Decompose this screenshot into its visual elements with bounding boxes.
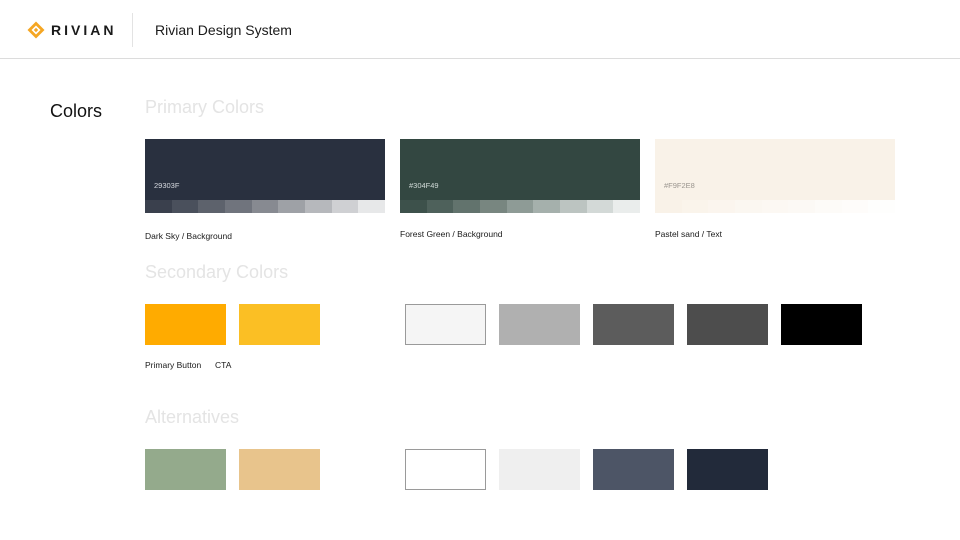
tint-swatch bbox=[560, 200, 587, 213]
tint-swatch bbox=[788, 200, 816, 213]
primary-caption-forest-green: Forest Green / Background bbox=[400, 229, 503, 239]
tint-swatch bbox=[868, 200, 896, 213]
tint-swatch bbox=[278, 200, 306, 213]
secondary-neutral-swatch[interactable] bbox=[499, 304, 580, 345]
tint-swatch bbox=[453, 200, 481, 213]
tint-swatch bbox=[655, 200, 682, 213]
primary-swatch-dark-sky[interactable]: 29303F bbox=[145, 139, 386, 213]
tint-swatch bbox=[841, 200, 869, 213]
tint-swatch bbox=[506, 200, 534, 213]
secondary-accent-swatch[interactable] bbox=[239, 304, 320, 345]
tint-strip bbox=[400, 200, 641, 213]
tint-swatch bbox=[681, 200, 709, 213]
secondary-neutral-swatch[interactable] bbox=[781, 304, 862, 345]
primary-swatch-main bbox=[145, 139, 385, 200]
secondary-neutral-swatch[interactable] bbox=[405, 304, 486, 345]
primary-button-caption: Primary Button bbox=[145, 360, 202, 370]
tint-swatch bbox=[761, 200, 789, 213]
alternative-neutral-swatch[interactable] bbox=[499, 449, 580, 490]
primary-swatch-pastel-sand[interactable]: #F9F2E8 bbox=[655, 139, 896, 213]
cta-caption: CTA bbox=[215, 360, 232, 370]
alternative-accent-swatch[interactable] bbox=[145, 449, 226, 490]
tint-swatch bbox=[735, 200, 762, 213]
tint-swatch bbox=[358, 200, 386, 213]
alternative-neutral-swatch[interactable] bbox=[405, 449, 486, 490]
alternative-accent-swatch[interactable] bbox=[239, 449, 320, 490]
secondary-neutral-swatch[interactable] bbox=[687, 304, 768, 345]
hex-label: 29303F bbox=[154, 181, 180, 190]
alternative-neutral-swatch[interactable] bbox=[687, 449, 768, 490]
secondary-neutral-swatch[interactable] bbox=[593, 304, 674, 345]
tint-swatch bbox=[400, 200, 427, 213]
tint-swatch bbox=[331, 200, 359, 213]
primary-swatch-main bbox=[655, 139, 895, 200]
tint-strip bbox=[145, 200, 386, 213]
tint-swatch bbox=[586, 200, 614, 213]
tint-swatch bbox=[533, 200, 561, 213]
tint-swatch bbox=[251, 200, 279, 213]
secondary-accent-swatch[interactable] bbox=[145, 304, 226, 345]
tint-swatch bbox=[708, 200, 736, 213]
alternative-neutral-swatch[interactable] bbox=[593, 449, 674, 490]
rivian-logo[interactable]: RIVIAN bbox=[27, 21, 116, 39]
secondary-colors-heading: Secondary Colors bbox=[145, 262, 289, 282]
alternatives-heading: Alternatives bbox=[145, 407, 240, 427]
tint-swatch bbox=[171, 200, 199, 213]
tint-swatch bbox=[145, 200, 172, 213]
tint-swatch bbox=[426, 200, 454, 213]
tint-swatch bbox=[305, 200, 332, 213]
hex-label: #F9F2E8 bbox=[664, 181, 695, 190]
tint-strip bbox=[655, 200, 896, 213]
hex-label: #304F49 bbox=[409, 181, 439, 190]
primary-caption-dark-sky: Dark Sky / Background bbox=[145, 231, 232, 241]
tint-swatch bbox=[815, 200, 842, 213]
section-title-colors: Colors bbox=[50, 101, 103, 121]
tint-swatch bbox=[480, 200, 507, 213]
primary-swatch-forest-green[interactable]: #304F49 bbox=[400, 139, 641, 213]
primary-swatch-main bbox=[400, 139, 640, 200]
primary-colors-heading: Primary Colors bbox=[145, 97, 265, 117]
header-divider bbox=[132, 13, 133, 47]
rivian-compass-icon bbox=[27, 21, 45, 39]
brand-wordmark: RIVIAN bbox=[51, 22, 117, 38]
tint-swatch bbox=[198, 200, 226, 213]
top-header: RIVIAN Rivian Design System bbox=[0, 0, 960, 59]
tint-swatch bbox=[225, 200, 252, 213]
page-title: Rivian Design System bbox=[155, 22, 292, 38]
tint-swatch bbox=[613, 200, 641, 213]
primary-caption-pastel-sand: Pastel sand / Text bbox=[655, 229, 722, 239]
